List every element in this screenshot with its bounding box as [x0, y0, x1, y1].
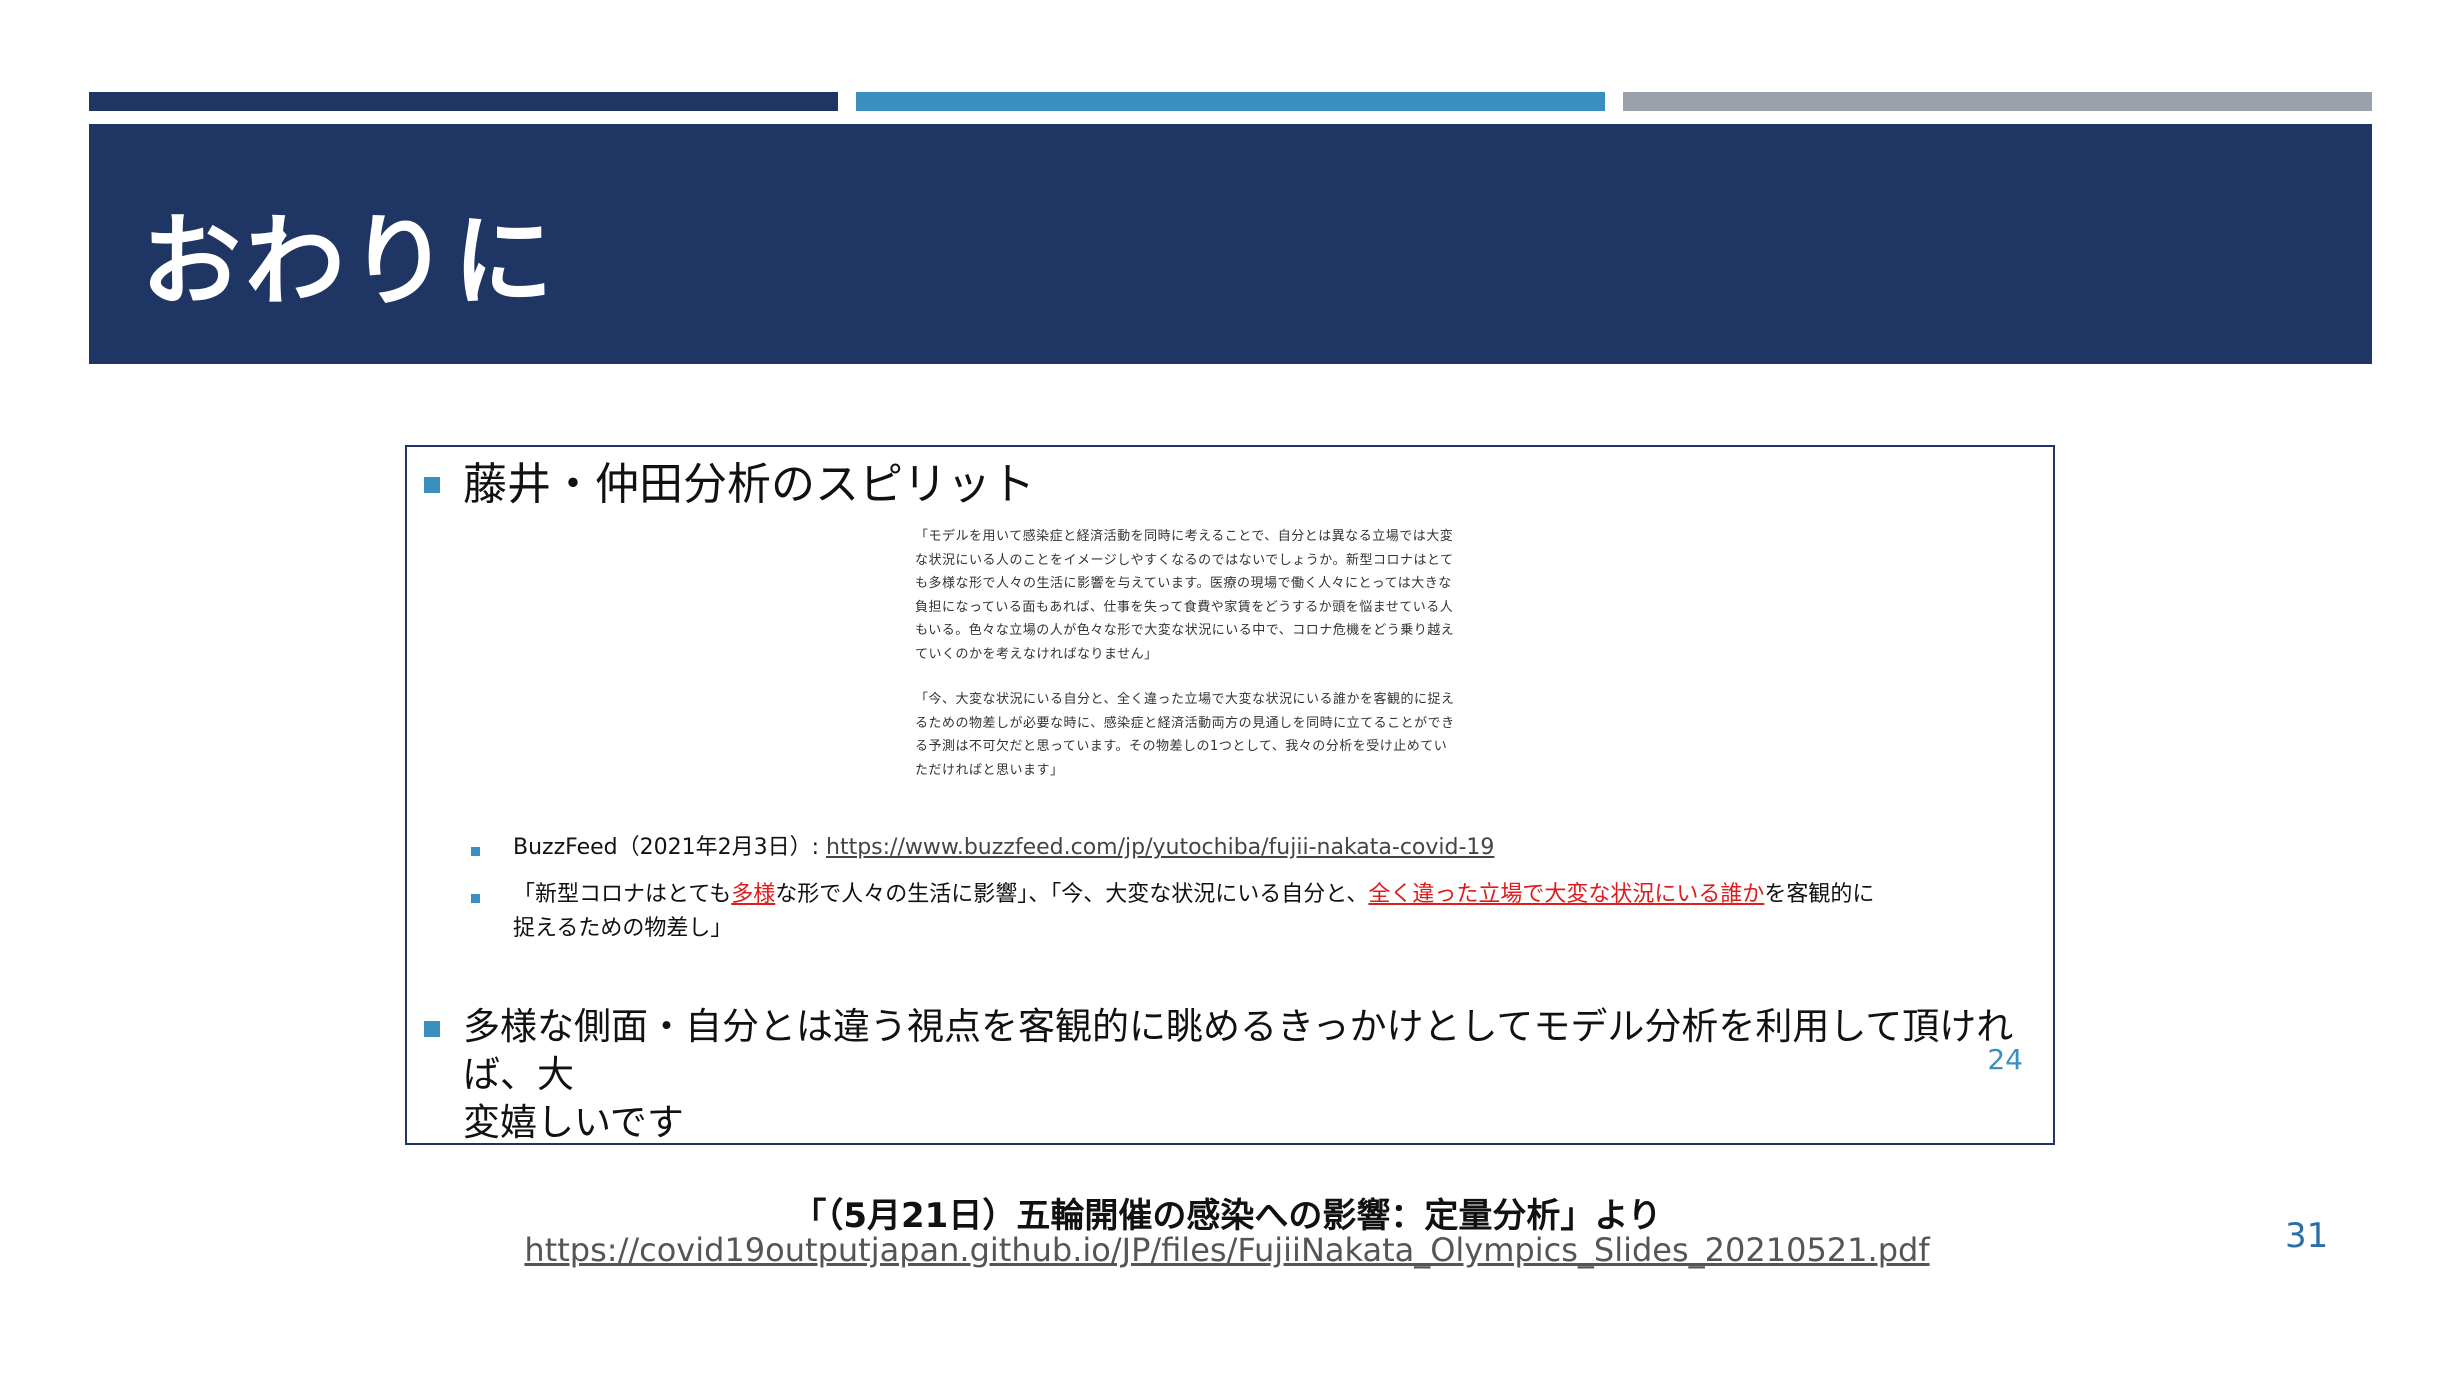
source-caption: 「（5月21日）五輪開催の感染への影響：定量分析」より: [792, 1196, 1662, 1236]
title-band: おわりに: [89, 124, 2372, 364]
buzzfeed-link[interactable]: https://www.buzzfeed.com/jp/yutochiba/fu…: [826, 835, 1494, 860]
page-number: 31: [2285, 1216, 2329, 1256]
sub-bullet-square-icon: [471, 894, 480, 903]
sub-bullet-source: BuzzFeed（2021年2月3日）: https://www.buzzfee…: [513, 831, 1494, 865]
highlight-diverse: 多様: [731, 882, 776, 907]
source-label: BuzzFeed（2021年2月3日）:: [513, 835, 827, 860]
sub-bullet-quote: 「新型コロナはとても多様な形で人々の生活に影響」、「今、大変な状況にいる自分と、…: [513, 882, 1875, 941]
highlight-different-position: 全く違った立場で大変な状況にいる誰か: [1368, 882, 1765, 907]
bullet-conclusion: 多様な側面・自分とは違う視点を客観的に眺めるきっかけとしてモデル分析を利用して頂…: [463, 1005, 2014, 1144]
top-bar-gray: [1623, 92, 2372, 111]
embedded-page-number: 24: [1987, 1043, 2023, 1076]
bullet-square-icon: [424, 477, 440, 493]
source-url-link[interactable]: https://covid19outputjapan.github.io/JP/…: [0, 1231, 2454, 1269]
slide-title: おわりに: [141, 203, 557, 320]
quote-paragraph-1: 「モデルを用いて感染症と経済活動を同時に考えることで、自分とは異なる立場では大変…: [915, 529, 1455, 662]
embedded-slide: 藤井・仲田分析のスピリット 「モデルを用いて感染症と経済活動を同時に考えることで…: [405, 445, 2055, 1145]
bullet-square-icon: [424, 1021, 440, 1037]
quote-block: 「モデルを用いて感染症と経済活動を同時に考えることで、自分とは異なる立場では大変…: [915, 525, 1455, 804]
top-bar-navy: [89, 92, 838, 111]
bullet-heading: 藤井・仲田分析のスピリット: [463, 459, 1035, 510]
top-bar-blue: [856, 92, 1605, 111]
quote-paragraph-2: 「今、大変な状況にいる自分と、全く違った立場で大変な状況にいる誰かを客観的に捉え…: [915, 692, 1455, 778]
sub-bullet-square-icon: [471, 847, 480, 856]
